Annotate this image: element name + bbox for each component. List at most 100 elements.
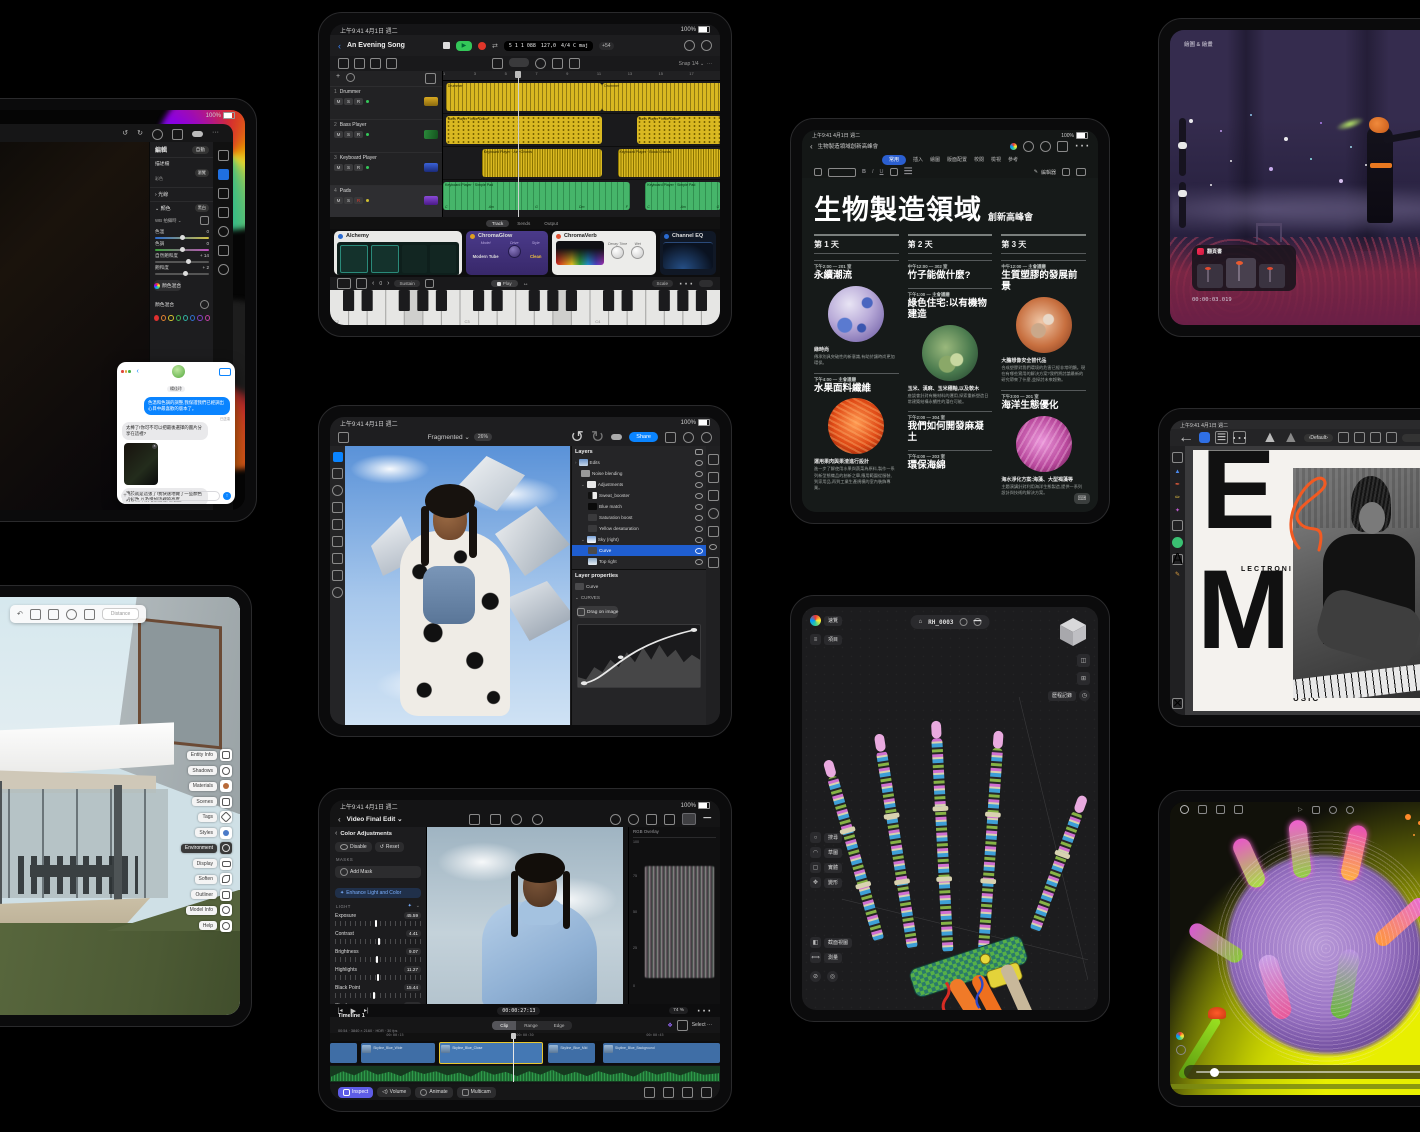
zoom-tool-icon[interactable]: × — [1172, 698, 1183, 709]
transform-icon[interactable] — [1338, 432, 1349, 443]
window-controls[interactable] — [121, 370, 131, 373]
slider-highlights[interactable]: Highlights11.27 — [330, 963, 426, 981]
track-header-pads[interactable]: 4Pads MSR — [330, 185, 442, 218]
media-icon[interactable] — [664, 814, 675, 825]
track-settings-icon[interactable] — [346, 73, 355, 82]
color-section[interactable]: ⌄ 顏色 — [155, 205, 171, 212]
back-icon[interactable]: ‹ — [335, 830, 337, 837]
panel-tags[interactable]: Tags — [181, 811, 232, 823]
auto-button[interactable]: 自動 — [192, 146, 209, 154]
export-icon[interactable] — [1234, 805, 1243, 814]
help-icon[interactable] — [683, 432, 694, 443]
light-section[interactable]: › 光線 — [150, 187, 214, 201]
history-panel-icon[interactable] — [708, 472, 719, 483]
af-canvas[interactable]: E LECTRONIC M USIC — [1185, 446, 1420, 715]
fc-audio-track[interactable] — [330, 1066, 720, 1082]
pan-icon[interactable] — [30, 609, 41, 620]
play-mode-button[interactable]: Play — [491, 280, 518, 287]
frame-thumb[interactable] — [1197, 264, 1223, 288]
message-input[interactable] — [132, 491, 220, 501]
home-icon[interactable]: ⌂ — [919, 619, 923, 625]
surface-icon[interactable] — [356, 278, 367, 289]
lock-icon[interactable] — [425, 279, 434, 288]
shape-tool-icon[interactable] — [1172, 520, 1183, 531]
region-drummer-2[interactable]: Drummer — [602, 83, 720, 111]
transform-icon[interactable]: ✥ — [810, 877, 821, 888]
detach-icon[interactable] — [663, 1087, 674, 1098]
panel-shadows[interactable]: Shadows — [181, 765, 232, 777]
camera-icon[interactable] — [490, 814, 501, 825]
editor-icon[interactable] — [370, 58, 381, 69]
chevron-down-icon[interactable]: ⌄ — [416, 903, 420, 909]
align-icon[interactable] — [1370, 432, 1381, 443]
region-drummer-1[interactable]: Drummer — [446, 83, 602, 111]
tool-solid[interactable]: 實體 — [824, 863, 842, 873]
color-icon[interactable] — [628, 814, 639, 825]
settings-icon[interactable] — [701, 432, 712, 443]
count-badge[interactable]: +54 — [599, 42, 613, 50]
move-tool-icon[interactable]: ▲ — [1175, 469, 1181, 475]
frame-thumb-current[interactable] — [1226, 258, 1256, 288]
region-pads-1[interactable]: Keyboard Player · Simple Pad CAmGDmF — [443, 182, 630, 210]
send-button[interactable]: ↑ — [223, 492, 231, 500]
underline-icon[interactable]: U — [880, 169, 884, 175]
editor-button[interactable]: 編輯器 — [1041, 169, 1056, 176]
lasso-tool-icon[interactable] — [332, 485, 343, 496]
history-clock-icon[interactable]: ◷ — [1079, 690, 1090, 701]
panel-model-info[interactable]: Model Info — [181, 904, 232, 916]
split-icon[interactable] — [682, 1087, 693, 1098]
export-icon[interactable] — [665, 432, 676, 443]
bar-ruler[interactable]: 1357911131517 — [443, 71, 720, 81]
panel-entity-info[interactable]: Entity Info — [181, 749, 232, 761]
back-icon[interactable]: ← — [1178, 429, 1194, 447]
layer-noise[interactable]: Noise blending — [572, 468, 706, 479]
scale-button[interactable]: Scale — [652, 280, 674, 287]
cloud-icon[interactable] — [192, 131, 203, 137]
mic-icon[interactable] — [511, 814, 522, 825]
share-button[interactable]: Share — [629, 432, 658, 442]
model-name-pill[interactable]: ⌂ RH_0003 − — [911, 615, 990, 629]
playhead[interactable] — [518, 71, 519, 217]
fullscreen-icon[interactable] — [701, 1087, 712, 1098]
undo-icon[interactable]: ↺ — [570, 427, 583, 447]
import-icon[interactable] — [469, 814, 480, 825]
clone-tool-icon[interactable] — [332, 536, 343, 547]
glide-icon[interactable]: ↔ — [523, 281, 529, 287]
inspect-button[interactable]: Inspect — [338, 1087, 373, 1098]
record-icon[interactable] — [532, 814, 543, 825]
tool-transform[interactable]: 變形 — [824, 878, 842, 888]
home-icon[interactable] — [338, 432, 349, 443]
brush-size-slider[interactable] — [1179, 118, 1186, 176]
panel-help[interactable]: Help — [181, 920, 232, 932]
menu-icon[interactable]: ≡ — [1215, 431, 1228, 444]
fc-viewer[interactable] — [427, 827, 623, 1004]
flipbook-panel[interactable]: 翻頁書 — [1192, 245, 1296, 291]
slider-contrast[interactable]: Contrast4.41 — [330, 927, 426, 945]
timeline-scrubber[interactable] — [1184, 1065, 1420, 1079]
section-view-button[interactable]: 截面視圖 — [824, 938, 852, 948]
versions-icon[interactable] — [218, 245, 229, 256]
cloud-icon[interactable] — [611, 434, 622, 440]
minimize-icon[interactable]: − — [703, 810, 712, 828]
layer-top-right[interactable]: Top right — [572, 556, 706, 567]
search-icon[interactable] — [1040, 141, 1051, 152]
trash-icon[interactable] — [644, 1087, 655, 1098]
stop-icon[interactable] — [1312, 806, 1320, 814]
settings-icon[interactable] — [701, 40, 712, 51]
masking-icon[interactable] — [218, 207, 229, 218]
frame-thumb[interactable] — [1259, 264, 1285, 288]
presets-icon[interactable] — [218, 226, 229, 237]
play-button[interactable]: ▶ — [456, 41, 472, 51]
keyboard-icon[interactable] — [1076, 168, 1086, 176]
layer-sky[interactable]: ⌄Sky (right) — [572, 534, 706, 545]
animate-button[interactable]: Animate — [415, 1087, 452, 1098]
back-icon[interactable]: ‹ — [137, 368, 139, 375]
orbit-icon[interactable] — [48, 609, 59, 620]
brush-tool-icon[interactable]: ✦ — [1175, 507, 1180, 514]
undo-icon[interactable]: ↺ — [122, 129, 128, 140]
comments-panel-icon[interactable] — [708, 490, 719, 501]
region-bass-1[interactable]: Bass Player · Indie Disco — [446, 116, 602, 144]
piano-keyboard[interactable]: C2 C3 C4 — [330, 290, 720, 325]
export-panel-icon[interactable] — [708, 557, 719, 568]
poster-page[interactable]: E LECTRONIC M USIC — [1193, 450, 1420, 711]
